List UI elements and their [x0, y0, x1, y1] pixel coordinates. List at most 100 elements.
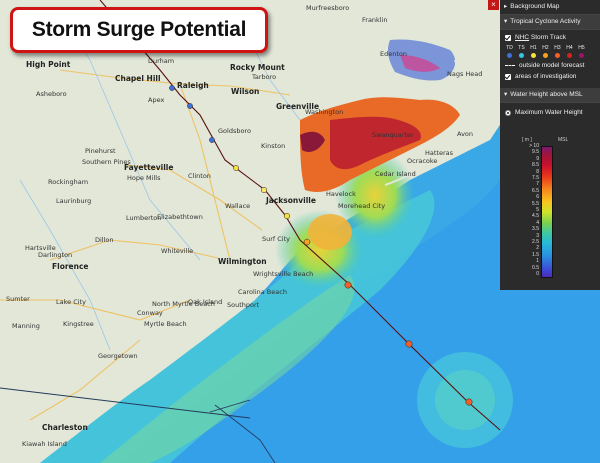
checkbox-icon[interactable] [505, 73, 511, 80]
city-label: Wrightsville Beach [253, 270, 314, 278]
city-label: Surf City [262, 235, 291, 243]
scale-tick-label: 8 [536, 168, 539, 175]
category-legend: TD TS H1 H2 H3 H4 H5 [500, 41, 600, 58]
max-water-option[interactable]: Maximum Water Height [500, 103, 600, 116]
city-label: Lake City [56, 298, 86, 306]
city-label: Carolina Beach [238, 288, 287, 296]
city-label: Dillon [95, 236, 114, 244]
outside-forecast-legend: outside model forecast [500, 58, 600, 69]
category-dot-icon [519, 53, 524, 58]
scale-tick-label: 2.5 [532, 239, 539, 245]
water-height-scale [541, 146, 553, 278]
city-label: Darlington [38, 251, 73, 259]
scale-tick-label: 0.5 [532, 264, 539, 271]
water-height-header[interactable]: ▾ Water Height above MSL [500, 88, 600, 103]
max-water-label: Maximum Water Height [515, 109, 583, 116]
city-label: Southport [227, 301, 260, 309]
city-label: Florence [52, 262, 89, 271]
scale-tick-label: 5 [536, 207, 539, 213]
checkbox-icon[interactable] [505, 34, 511, 41]
city-label: Clinton [188, 172, 211, 180]
category-dot-icon [543, 53, 548, 58]
city-label: Sumter [6, 295, 30, 303]
category-dot-icon [579, 53, 584, 58]
city-label: Kiawah Island [22, 440, 67, 448]
city-label: Durham [148, 57, 175, 65]
storm-track-label: Storm Track [530, 34, 566, 41]
city-label: Conway [137, 309, 163, 317]
city-label: Swanquarter [372, 131, 414, 139]
scale-tick-label: 8.5 [532, 162, 539, 169]
city-label: Chapel Hill [115, 74, 161, 83]
scale-tick-label: 3 [536, 232, 539, 239]
background-map-toggle[interactable]: ▸ Background Map [500, 0, 600, 15]
city-label: Charleston [42, 423, 88, 432]
city-label: Elizabethtown [157, 213, 203, 221]
city-label: Myrtle Beach [144, 320, 187, 328]
city-label: Whiteville [161, 247, 194, 255]
city-label: Wilson [231, 87, 260, 96]
city-label: Hatteras [425, 149, 454, 157]
scale-tick-label: 6 [536, 194, 539, 201]
dashed-line-icon [505, 65, 515, 66]
city-label: Pinehurst [85, 147, 116, 155]
scale-tick-label: 4.5 [532, 213, 539, 220]
city-label: Ocracoke [407, 157, 438, 165]
page-title: Storm Surge Potential [31, 18, 247, 41]
category-dot-icon [567, 53, 572, 58]
city-label: Tarboro [252, 73, 277, 81]
chevron-right-icon: ▸ [504, 3, 508, 10]
city-label: Jacksonville [266, 196, 316, 205]
background-map-label: Background Map [510, 3, 560, 10]
scale-tick-label: 1.5 [532, 251, 539, 258]
city-label: Avon [457, 130, 474, 138]
tropical-activity-header[interactable]: ▾ Tropical Cyclone Activity [500, 15, 600, 30]
areas-investigation-option[interactable]: areas of investigation [500, 69, 600, 80]
city-label: Manning [12, 322, 40, 330]
category-dot-icon [507, 53, 512, 58]
city-label: Laurinburg [56, 197, 92, 205]
category-h4: H4 [565, 45, 574, 58]
city-label: Hope Mills [127, 174, 161, 182]
category-h2: H2 [541, 45, 550, 58]
city-label: Kingstree [63, 320, 94, 328]
scale-tick-label: 5.5 [532, 200, 539, 207]
scale-tick-label: 9.5 [532, 149, 539, 156]
nhc-link[interactable]: NHC [515, 34, 529, 41]
category-td: TD [505, 45, 514, 58]
city-label: Wallace [225, 202, 251, 210]
category-h3: H3 [553, 45, 562, 58]
city-label: Cedar Island [375, 170, 416, 178]
title-banner: Storm Surge Potential [10, 7, 268, 53]
radio-icon[interactable] [505, 109, 511, 116]
scale-ticks: > 10 9.5 9 8.5 8 7.5 7 6.5 6 5.5 5 4.5 4 3.5 3 2.5 2 1.5 1… [521, 143, 539, 277]
city-label: Goldsboro [218, 127, 251, 135]
city-label: Fayetteville [124, 163, 174, 172]
scale-tick-label: 9 [536, 155, 539, 162]
city-label: Apex [148, 96, 165, 104]
city-label: Murfreesboro [306, 4, 350, 12]
city-label: Asheboro [36, 90, 67, 98]
tropical-activity-label: Tropical Cyclone Activity [510, 18, 581, 25]
city-label: Washington [305, 108, 344, 116]
city-label: Nags Head [447, 70, 483, 78]
unit-msl-label: MSL [558, 137, 569, 143]
close-icon[interactable]: × [488, 0, 499, 10]
city-label: Franklin [362, 16, 388, 24]
city-label: Edenton [380, 50, 407, 58]
scale-tick-label: > 10 [529, 143, 539, 149]
category-h5: H5 [577, 45, 586, 58]
scale-tick-label: 0 [536, 271, 539, 277]
scale-tick-label: 7.5 [532, 175, 539, 181]
chevron-down-icon: ▾ [504, 18, 508, 25]
category-h1: H1 [529, 45, 538, 58]
scale-tick-label: 2 [536, 245, 539, 252]
city-label: Morehead City [338, 202, 386, 210]
city-label: Wilmington [218, 257, 267, 266]
storm-track-option[interactable]: NHC Storm Track [500, 30, 600, 41]
chevron-down-icon: ▾ [504, 91, 508, 98]
outside-forecast-label: outside model forecast [519, 62, 585, 69]
city-label: Raleigh [177, 81, 209, 90]
city-label: Oak Island [188, 298, 223, 306]
water-height-label: Water Height above MSL [510, 91, 583, 98]
